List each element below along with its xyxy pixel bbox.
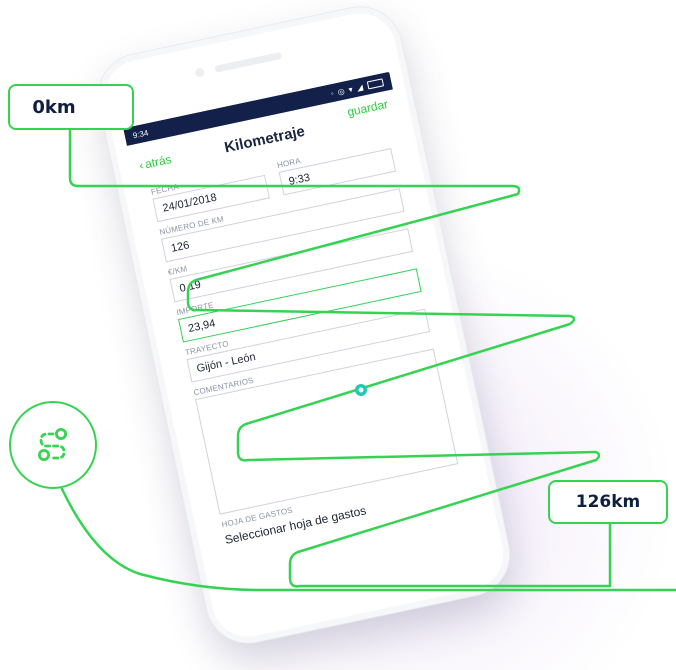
route-marker bbox=[355, 384, 367, 396]
route-badge bbox=[9, 401, 97, 489]
route-icon bbox=[37, 427, 68, 462]
end-km-label: 126km bbox=[548, 480, 668, 524]
start-km-label: 0km bbox=[8, 84, 134, 130]
